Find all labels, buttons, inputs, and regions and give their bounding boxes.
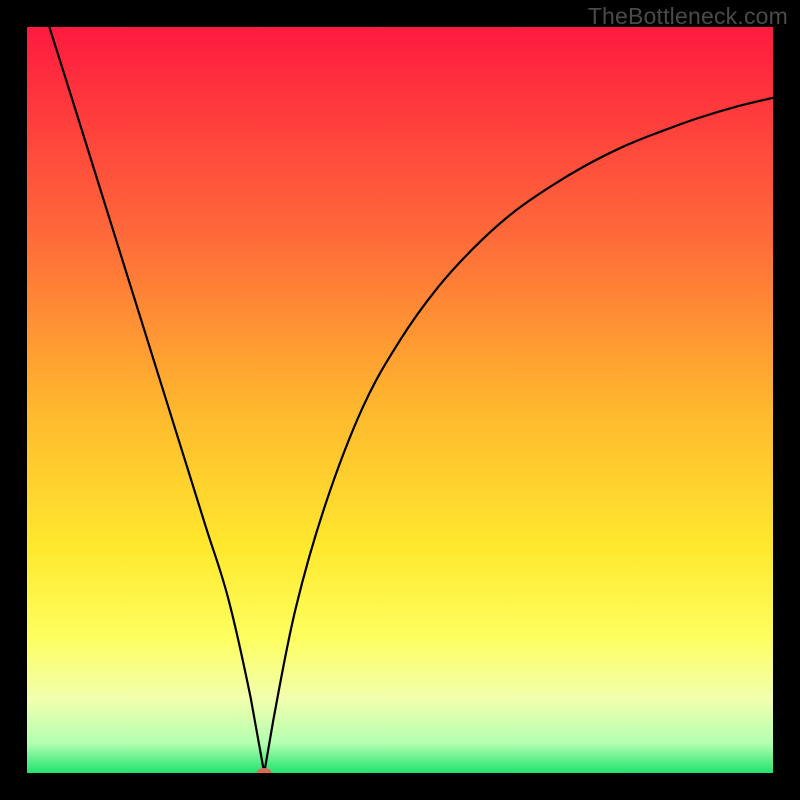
- plot-area: [27, 27, 773, 773]
- minimum-marker: [257, 768, 272, 773]
- bottleneck-curve: [27, 27, 773, 773]
- chart-frame: TheBottleneck.com: [0, 0, 800, 800]
- watermark-text: TheBottleneck.com: [588, 3, 788, 30]
